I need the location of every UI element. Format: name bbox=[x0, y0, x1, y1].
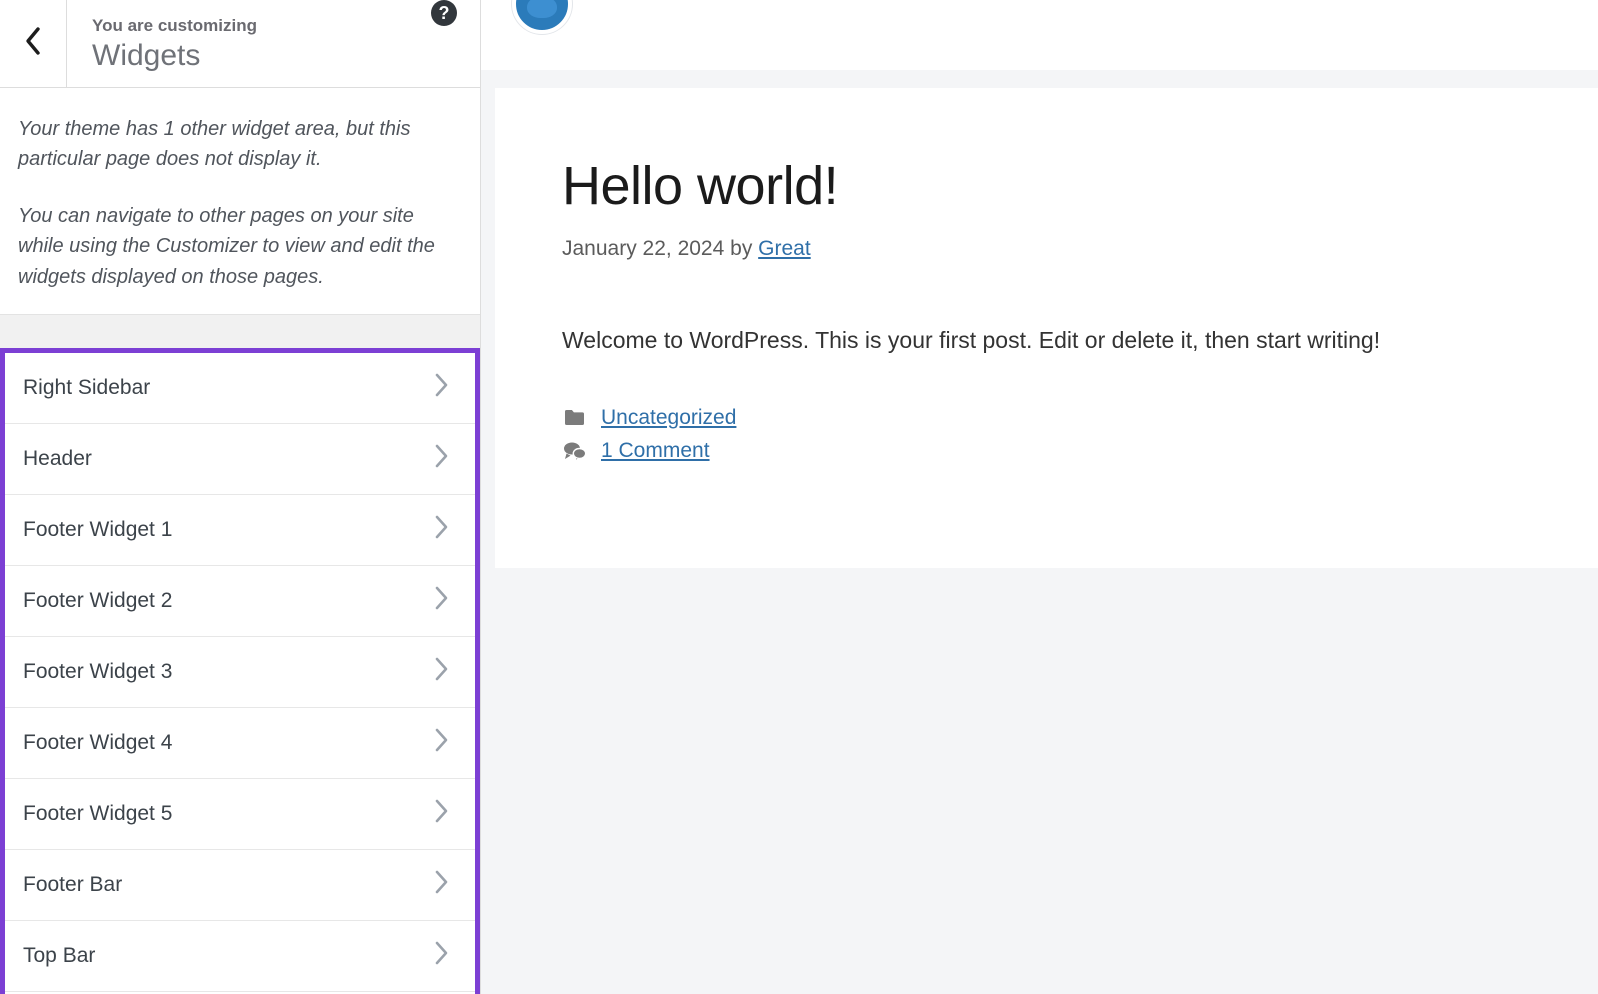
byline-connector: by bbox=[730, 237, 753, 261]
post-date: January 22, 2024 bbox=[562, 237, 725, 261]
customizer-screen: Hello world! January 22, 2024 by Great W… bbox=[0, 0, 1598, 994]
panel-separator bbox=[0, 313, 480, 348]
widget-area-row-header[interactable]: Header bbox=[5, 423, 475, 495]
widget-area-label: Footer Widget 1 bbox=[23, 517, 173, 541]
post-category-row: Uncategorized bbox=[562, 406, 1598, 430]
widget-area-label: Footer Widget 4 bbox=[23, 730, 173, 754]
chevron-right-icon bbox=[432, 442, 450, 475]
post-comments-row: 1 Comment bbox=[562, 439, 1598, 463]
widget-area-row-footer-widget-5[interactable]: Footer Widget 5 bbox=[5, 778, 475, 850]
widget-area-label: Top Bar bbox=[23, 943, 96, 967]
help-icon[interactable]: ? bbox=[431, 0, 457, 26]
widget-area-row-top-bar[interactable]: Top Bar bbox=[5, 920, 475, 992]
widget-area-label: Footer Widget 5 bbox=[23, 801, 173, 825]
chevron-right-icon bbox=[432, 513, 450, 546]
preview-content-card: Hello world! January 22, 2024 by Great W… bbox=[495, 88, 1598, 568]
chevron-right-icon bbox=[432, 584, 450, 617]
back-button[interactable] bbox=[0, 0, 67, 87]
post-article: Hello world! January 22, 2024 by Great W… bbox=[495, 88, 1598, 463]
chevron-right-icon bbox=[432, 868, 450, 901]
chevron-right-icon bbox=[432, 371, 450, 404]
panel-description-paragraph-1: Your theme has 1 other widget area, but … bbox=[18, 118, 411, 171]
widget-area-label: Right Sidebar bbox=[23, 375, 151, 399]
panel-header: You are customizing Widgets ? bbox=[0, 0, 480, 88]
panel-header-titles: You are customizing Widgets bbox=[67, 0, 480, 87]
panel-description-paragraph-2: You can navigate to other pages on your … bbox=[18, 204, 435, 288]
widget-area-row-footer-widget-3[interactable]: Footer Widget 3 bbox=[5, 636, 475, 708]
widget-area-label: Footer Bar bbox=[23, 872, 123, 896]
folder-icon bbox=[562, 407, 588, 429]
widget-area-row-footer-widget-2[interactable]: Footer Widget 2 bbox=[5, 565, 475, 637]
post-author-link[interactable]: Great bbox=[758, 237, 811, 260]
post-byline: January 22, 2024 by Great bbox=[562, 237, 1598, 261]
widget-area-label: Footer Widget 2 bbox=[23, 588, 173, 612]
panel-description: Your theme has 1 other widget area, but … bbox=[0, 88, 480, 314]
post-entry-meta: Uncategorized 1 Comment bbox=[562, 406, 1598, 463]
chevron-left-icon bbox=[23, 26, 43, 61]
widget-area-label: Footer Widget 3 bbox=[23, 659, 173, 683]
customizer-sidebar: You are customizing Widgets ? Your theme… bbox=[0, 0, 481, 994]
widget-area-label: Header bbox=[23, 446, 92, 470]
chevron-right-icon bbox=[432, 939, 450, 972]
comments-icon bbox=[562, 440, 588, 462]
widget-area-row-right-sidebar[interactable]: Right Sidebar bbox=[5, 352, 475, 424]
post-category-link[interactable]: Uncategorized bbox=[601, 406, 736, 430]
panel-kicker: You are customizing bbox=[92, 15, 257, 35]
preview-header-strip bbox=[481, 0, 1598, 70]
post-comments-link[interactable]: 1 Comment bbox=[601, 439, 710, 463]
post-body-text: Welcome to WordPress. This is your first… bbox=[562, 327, 1381, 354]
chevron-right-icon bbox=[432, 655, 450, 688]
page-title: Widgets bbox=[92, 38, 201, 72]
widget-areas-list: Right Sidebar Header Footer Widget 1 Foo… bbox=[0, 347, 480, 994]
widget-area-row-footer-widget-4[interactable]: Footer Widget 4 bbox=[5, 707, 475, 779]
chevron-right-icon bbox=[432, 797, 450, 830]
post-title: Hello world! bbox=[562, 156, 839, 216]
widget-area-row-footer-bar[interactable]: Footer Bar bbox=[5, 849, 475, 921]
widget-area-row-footer-widget-1[interactable]: Footer Widget 1 bbox=[5, 494, 475, 566]
site-preview-pane: Hello world! January 22, 2024 by Great W… bbox=[481, 0, 1598, 994]
chevron-right-icon bbox=[432, 726, 450, 759]
